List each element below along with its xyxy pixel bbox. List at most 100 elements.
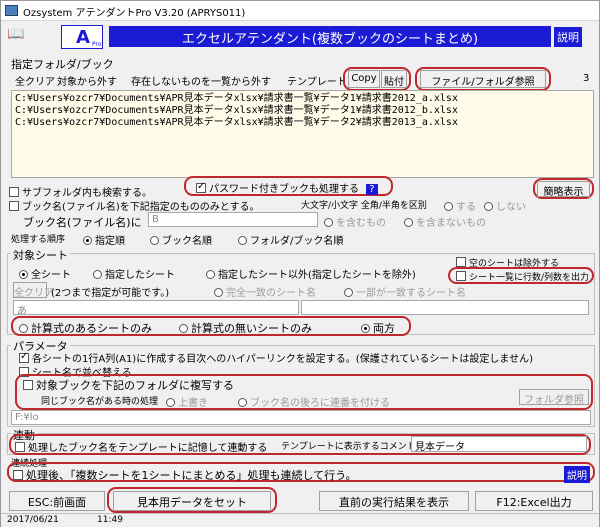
password-help-icon[interactable]: ? [366, 184, 378, 195]
formula-radio-1-dot[interactable] [179, 324, 188, 333]
case-yes-label: する [456, 202, 476, 213]
subfolder-checkbox-box[interactable] [9, 187, 19, 197]
formula-radio-2[interactable]: 両方 [361, 320, 395, 336]
exclude-empty-checkbox-box[interactable] [456, 257, 466, 267]
remove-missing-button[interactable]: 存在しないものを一覧から外す [131, 73, 271, 88]
folder-browse-button[interactable]: フォルダ参照 [519, 389, 589, 406]
match-exact-radio-dot[interactable] [214, 288, 223, 297]
copy-folder-checkbox[interactable]: 対象ブックを下記のフォルダに複写する [23, 377, 234, 393]
sheet-name-input-1[interactable]: あ [13, 300, 299, 315]
order-label-2: フォルダ/ブック名順 [250, 236, 344, 247]
match-partial-radio[interactable]: 一部が一致するシート名 [344, 284, 466, 299]
subfolder-checkbox[interactable]: サブフォルダ内も検索する。 [9, 184, 152, 199]
excel-output-button[interactable]: F12:Excel出力 [475, 491, 593, 511]
formula-radio-0-dot[interactable] [19, 324, 28, 333]
prev-result-button[interactable]: 直前の実行結果を表示 [319, 491, 469, 511]
sheet-section-title: 対象シート [11, 247, 70, 263]
remove-button[interactable]: 対象から外す [57, 73, 117, 88]
continuous-checkbox-box[interactable] [13, 470, 23, 480]
not-contains-radio[interactable]: を含まないもの [404, 214, 486, 229]
continuous-label: 処理後、「複数シートを1シートにまとめる」処理も連続して行う。 [26, 469, 357, 482]
formula-radio-2-dot[interactable] [361, 324, 370, 333]
file-list[interactable]: C:¥Users¥ozcr7¥Documents¥APR見本データxlsx¥請求… [11, 90, 594, 178]
continuous-help-button[interactable]: 説明 [564, 466, 590, 483]
status-time: 11:49 [97, 515, 123, 525]
order-radio-2[interactable]: フォルダ/ブック名順 [238, 232, 343, 247]
app-logo: A Pro [61, 25, 103, 49]
copy-button[interactable]: Copy [348, 70, 380, 88]
overwrite-radio-dot[interactable] [166, 398, 175, 407]
contains-radio[interactable]: を含むもの [324, 214, 386, 229]
hyperlink-checkbox[interactable]: 各シートの1行A列(A1)に作成する目次へのハイパーリンクを設定する。(保護され… [19, 350, 533, 365]
browse-button[interactable]: ファイル/フォルダ参照 [420, 70, 546, 88]
template-link-label: 処理したブック名をテンプレートに記憶して連動する [28, 443, 268, 454]
logo-letter: A [76, 27, 90, 48]
scope-radio-2-dot[interactable] [206, 270, 215, 279]
case-yes-radio[interactable]: する [444, 198, 476, 213]
order-radio-1[interactable]: ブック名順 [150, 232, 212, 247]
simple-view-button[interactable]: 簡略表示 [537, 181, 590, 198]
app-window: Ozsystem アテンダントPro V3.20 (APRYS011) 📖 A … [0, 0, 600, 527]
match-partial-label: 一部が一致するシート名 [356, 288, 466, 299]
case-no-radio-dot[interactable] [484, 202, 493, 211]
sheet-name-input-2[interactable] [301, 300, 589, 315]
comment-input[interactable]: 見本データ [411, 436, 587, 452]
scope-radio-0-dot[interactable] [19, 270, 28, 279]
continuous-checkbox[interactable]: 処理後、「複数シートを1シートにまとめる」処理も連続して行う。 [13, 467, 357, 483]
template-link-checkbox-box[interactable] [15, 442, 25, 452]
scope-label-0: 全シート [31, 270, 71, 281]
match-exact-radio[interactable]: 完全一致のシート名 [214, 284, 316, 299]
sample-data-button[interactable]: 見本用データをセット [113, 491, 271, 511]
file-list-item[interactable]: C:¥Users¥ozcr7¥Documents¥APR見本データxlsx¥請求… [15, 105, 590, 117]
order-radio-0[interactable]: 指定順 [83, 232, 125, 247]
page-banner: エクセルアテンダント(複数ブックのシートまとめ) [109, 26, 551, 47]
append-seq-radio-dot[interactable] [238, 398, 247, 407]
order-radio-2-dot[interactable] [238, 236, 247, 245]
scope-radio-0[interactable]: 全シート [19, 266, 71, 281]
match-exact-label: 完全一致のシート名 [226, 288, 316, 299]
copy-folder-checkbox-box[interactable] [23, 380, 33, 390]
scope-label-1: 指定したシート [105, 270, 175, 281]
formula-radio-1[interactable]: 計算式の無いシートのみ [179, 320, 312, 336]
paste-button[interactable]: 貼付 [381, 70, 407, 88]
book-filter-checkbox-box[interactable] [9, 201, 19, 211]
sheet-list-checkbox[interactable]: シート一覧に行数/列数を出力 [456, 270, 589, 283]
not-contains-radio-dot[interactable] [404, 218, 413, 227]
file-list-item[interactable]: C:¥Users¥ozcr7¥Documents¥APR見本データxlsx¥請求… [15, 93, 590, 105]
same-name-label: 同じブック名がある時の処理 [41, 397, 159, 407]
help-button[interactable]: 説明 [554, 27, 582, 47]
template-button[interactable]: テンプレート [287, 73, 347, 88]
template-link-checkbox[interactable]: 処理したブック名をテンプレートに記憶して連動する [15, 439, 267, 454]
esc-button[interactable]: ESC:前画面 [9, 491, 105, 511]
file-list-item[interactable]: C:¥Users¥ozcr7¥Documents¥APR見本データxlsx¥請求… [15, 117, 590, 129]
contains-label: を含むもの [336, 218, 386, 229]
comment-label: テンプレートに表示するコメント [281, 442, 416, 452]
sheet-list-checkbox-box[interactable] [456, 271, 466, 281]
append-seq-label: ブック名の後ろに連番を付ける [250, 398, 390, 409]
append-seq-radio[interactable]: ブック名の後ろに連番を付ける [238, 394, 390, 409]
hyperlink-checkbox-box[interactable] [19, 351, 29, 363]
not-contains-label: を含まないもの [416, 218, 486, 229]
scope-radio-1-dot[interactable] [93, 270, 102, 279]
copy-folder-input[interactable]: F:¥lo [11, 410, 591, 425]
book-filter-checkbox[interactable]: ブック名(ファイル名)を下記指定のもののみとする。 [9, 198, 260, 213]
sheet-clear-button[interactable]: 全クリア [13, 282, 54, 299]
order-radio-0-dot[interactable] [83, 236, 92, 245]
sheet-list-label: シート一覧に行数/列数を出力 [469, 273, 590, 283]
window-title: Ozsystem アテンダントPro V3.20 (APRYS011) [23, 8, 246, 19]
scope-radio-1[interactable]: 指定したシート [93, 266, 175, 281]
case-no-radio[interactable]: しない [484, 198, 526, 213]
case-label: 大文字/小文字 全角/半角を区別 [301, 201, 427, 211]
contains-radio-dot[interactable] [324, 218, 333, 227]
password-label: パスワード付きブックも処理する [209, 184, 359, 195]
book-name-input[interactable]: B [148, 212, 318, 227]
case-yes-radio-dot[interactable] [444, 202, 453, 211]
clear-all-button[interactable]: 全クリア [15, 73, 55, 88]
match-partial-radio-dot[interactable] [344, 288, 353, 297]
password-checkbox-box[interactable] [196, 181, 206, 193]
overwrite-radio[interactable]: 上書き [166, 394, 208, 409]
password-checkbox[interactable]: パスワード付きブックも処理する ? [196, 180, 378, 195]
formula-radio-0[interactable]: 計算式のあるシートのみ [19, 320, 152, 336]
order-radio-1-dot[interactable] [150, 236, 159, 245]
scope-radio-2[interactable]: 指定したシート以外(指定したシートを除外) [206, 266, 416, 281]
